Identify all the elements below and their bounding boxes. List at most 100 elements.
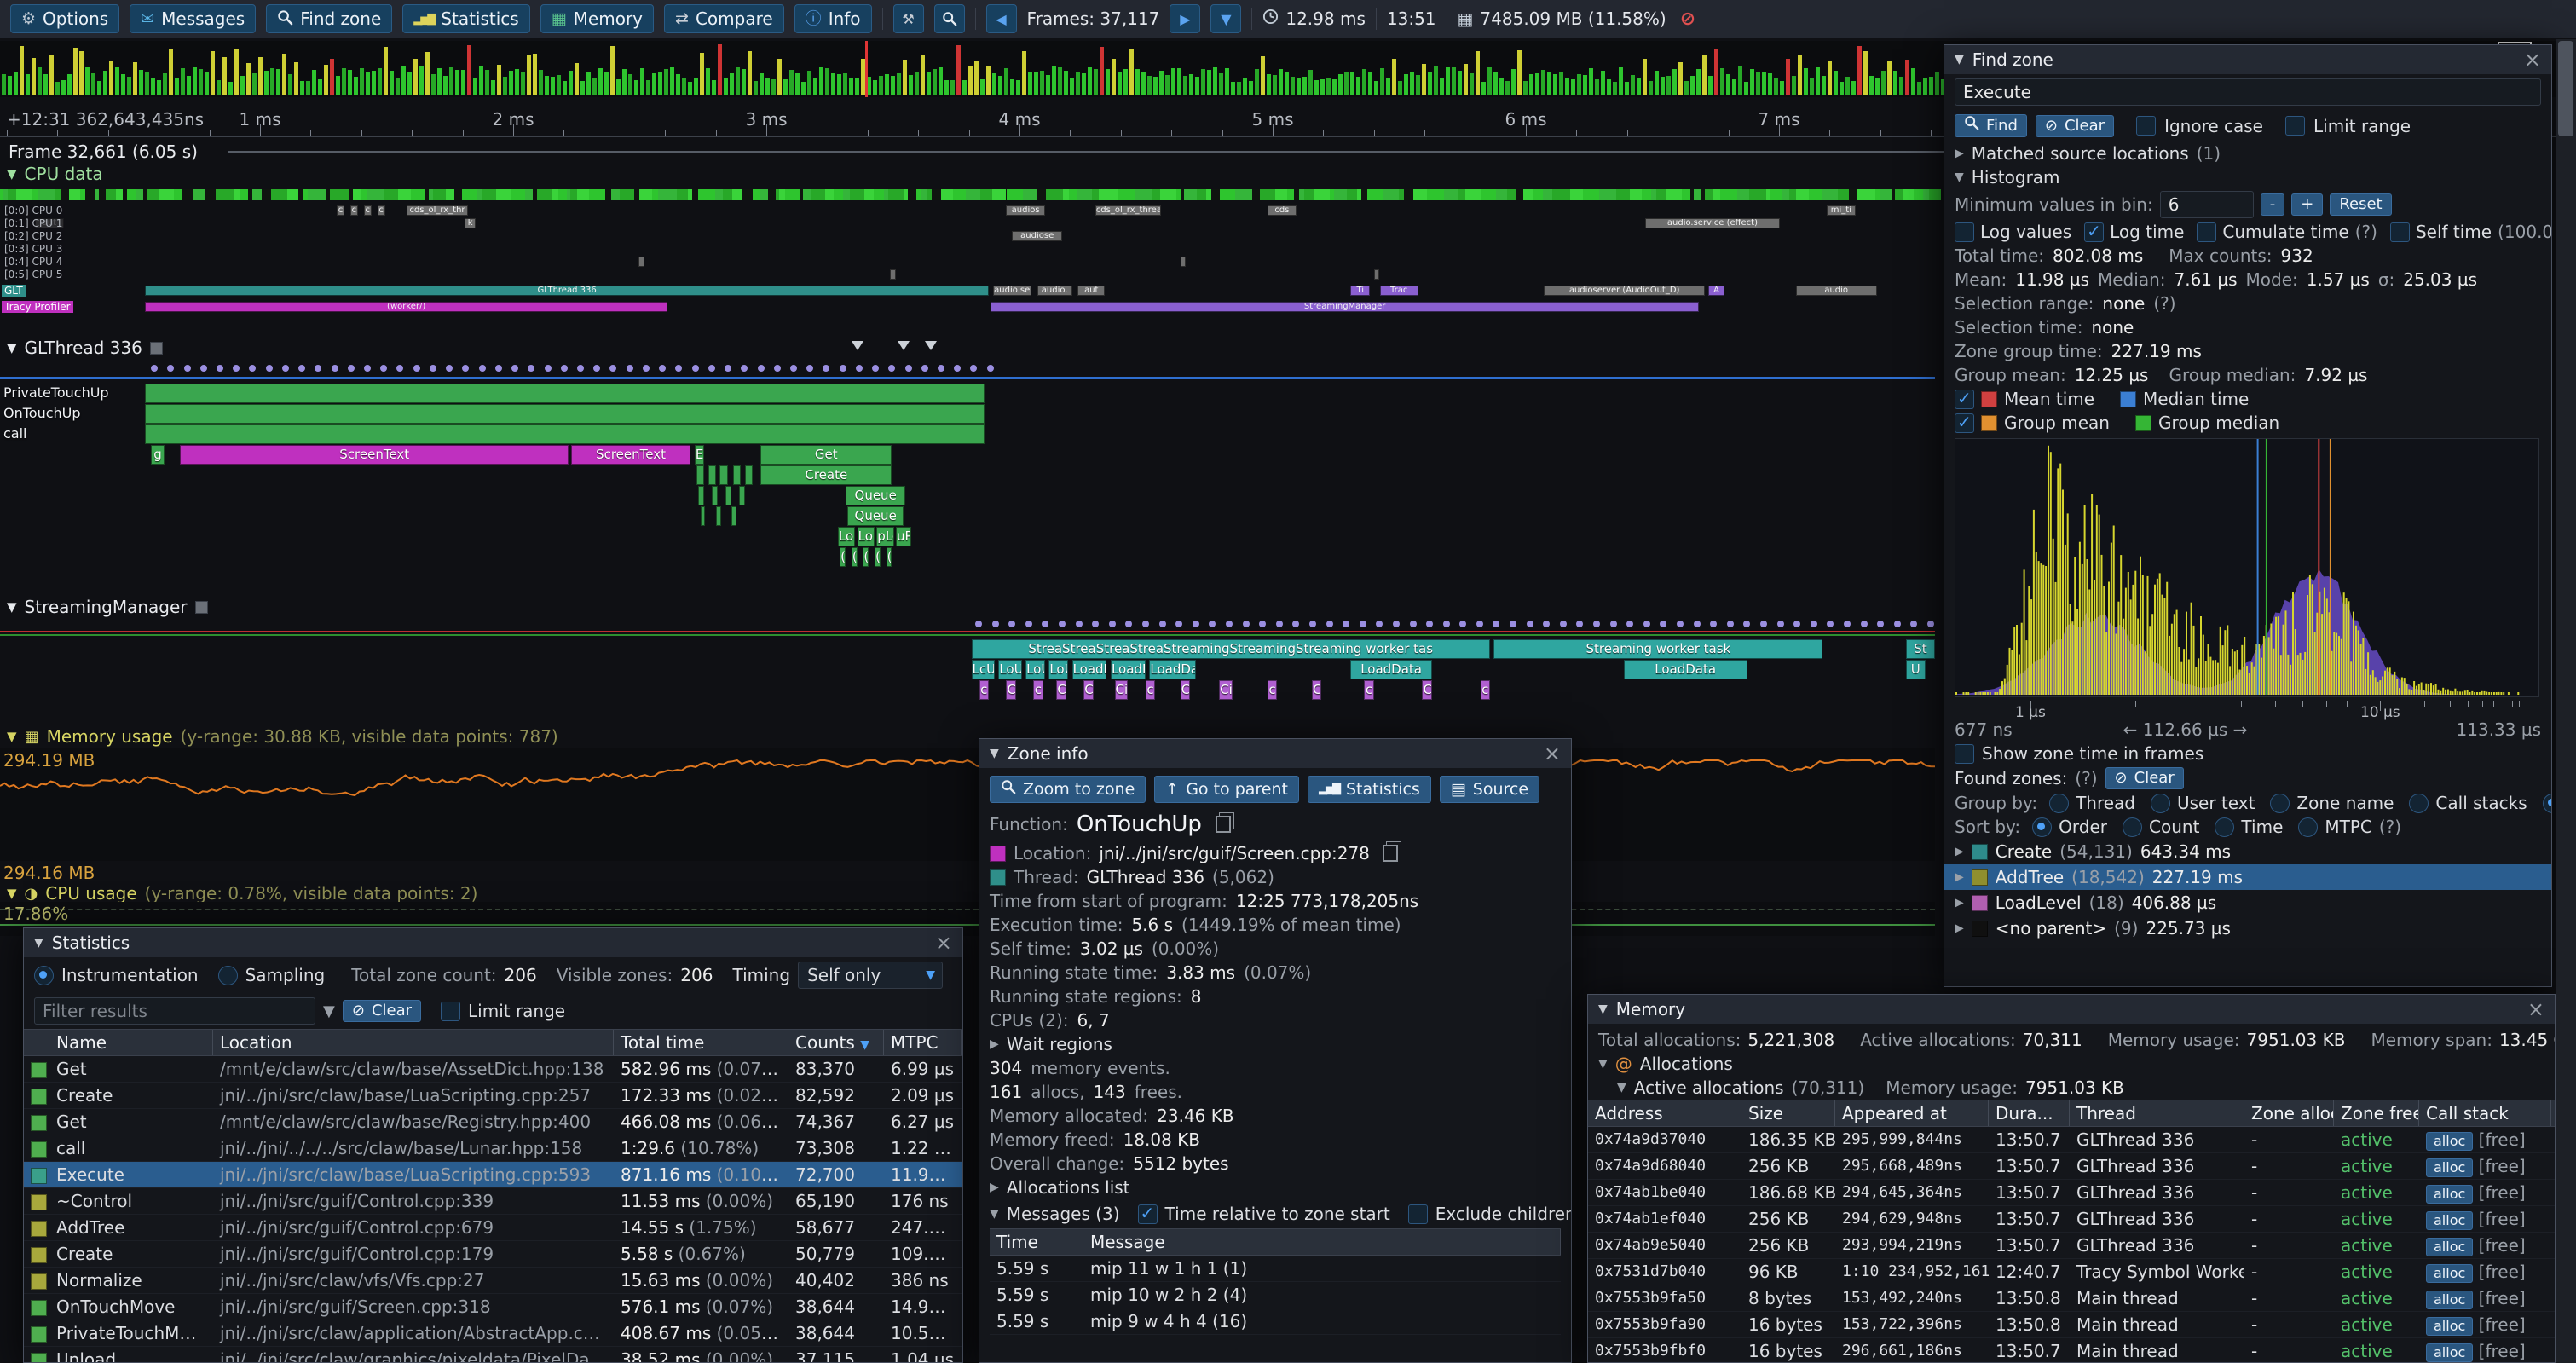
timeline-zone[interactable]: Streaming worker task	[1493, 639, 1822, 659]
statistics-titlebar[interactable]: ▼ Statistics ×	[24, 928, 962, 957]
frame-bar[interactable]	[1171, 68, 1175, 95]
timeline-zone[interactable]: ScreenText	[180, 445, 569, 465]
frame-bar[interactable]	[217, 80, 221, 95]
frame-bar[interactable]	[700, 53, 704, 95]
frame-bar[interactable]	[336, 76, 340, 95]
frame-bar[interactable]	[1929, 77, 1933, 95]
frame-bar[interactable]	[521, 72, 525, 95]
frame-bar[interactable]	[1362, 69, 1366, 95]
toolbar-button-tools[interactable]: ⚒	[893, 4, 924, 33]
next-frame-button[interactable]: ▶	[1170, 4, 1200, 33]
timeline-zone[interactable]	[745, 465, 753, 485]
col-thread[interactable]: Thread	[2070, 1100, 2244, 1126]
frame-bar[interactable]	[956, 45, 961, 95]
timeline-zone[interactable]: LoadDaU	[1111, 660, 1146, 679]
frame-bar[interactable]	[885, 74, 889, 95]
col-name[interactable]: Name	[49, 1030, 213, 1055]
frame-bar[interactable]	[730, 73, 734, 95]
message-dot[interactable]	[1092, 621, 1099, 627]
frame-bar[interactable]	[55, 82, 60, 95]
frame-bar[interactable]	[718, 44, 722, 95]
timeline-zone[interactable]	[701, 506, 706, 526]
mean-time-checkbox[interactable]	[1955, 390, 1974, 409]
help-icon[interactable]: (?)	[2355, 222, 2377, 242]
message-dot[interactable]	[1694, 621, 1701, 627]
frame-bar[interactable]	[1541, 70, 1545, 95]
message-dot[interactable]	[1443, 621, 1450, 627]
message-dot[interactable]	[233, 365, 240, 372]
frame-bar[interactable]	[1487, 67, 1492, 95]
frame-bar[interactable]	[1935, 72, 1939, 95]
timeline-zone[interactable]: (	[887, 547, 892, 567]
close-icon[interactable]: ×	[2524, 49, 2541, 70]
frame-bar[interactable]	[765, 78, 770, 95]
allocation-row[interactable]: 0x74ab9e5040256 KB293,994,219ns13:50.7GL…	[1588, 1233, 2555, 1259]
timeline-zone[interactable]	[712, 486, 718, 505]
frame-bar[interactable]	[1637, 78, 1641, 95]
message-dot[interactable]	[921, 365, 928, 372]
frame-bar[interactable]	[1076, 72, 1080, 95]
frame-bar[interactable]	[79, 51, 84, 95]
prev-frame-button[interactable]: ◀	[986, 4, 1017, 33]
message-dot[interactable]	[1827, 621, 1834, 627]
frame-bar[interactable]	[1559, 72, 1563, 95]
found-zone-group[interactable]: ▶LoadLevel(18)406.88 µs	[1944, 890, 2551, 915]
timeline-zone[interactable]: C	[1181, 680, 1190, 700]
collapse-icon[interactable]: ▼	[34, 936, 43, 950]
timeline-zone[interactable]: aut	[1077, 286, 1105, 296]
timeline-zone[interactable]: Get	[760, 445, 892, 465]
message-dot[interactable]	[479, 365, 486, 372]
col-zone-free[interactable]: Zone free	[2334, 1100, 2419, 1126]
frame-bar[interactable]	[1672, 69, 1677, 95]
timeline-zone[interactable]: C	[1422, 680, 1431, 700]
copy-icon[interactable]	[1383, 845, 1398, 862]
frame-bar[interactable]	[771, 79, 776, 95]
table-row[interactable]: Unloadjni/../jni/src/claw/graphics/pixel…	[24, 1347, 962, 1363]
message-dot[interactable]	[1760, 621, 1767, 627]
frame-bar[interactable]	[1571, 79, 1575, 95]
message-dot[interactable]	[1209, 621, 1216, 627]
allocation-row[interactable]: 0x7531d7b04096 KB1:10 234,952,16112:40.7…	[1588, 1259, 2555, 1285]
message-dot[interactable]	[1677, 621, 1684, 627]
frame-bar[interactable]	[819, 67, 823, 95]
message-row[interactable]: 5.59 smip 9 w 4 h 4 (16)	[990, 1308, 1561, 1335]
message-dot[interactable]	[1861, 621, 1868, 627]
message-dot[interactable]	[1610, 621, 1617, 627]
frame-bar[interactable]	[1607, 79, 1611, 95]
message-dot[interactable]	[1025, 621, 1032, 627]
expander-icon[interactable]: ▶	[990, 1037, 999, 1051]
frame-bar[interactable]	[1583, 75, 1587, 95]
frame-bar[interactable]	[1070, 78, 1074, 95]
frame-bar[interactable]	[754, 81, 758, 95]
frame-bar[interactable]	[354, 77, 358, 95]
frame-bar[interactable]	[234, 49, 239, 95]
message-dot[interactable]	[692, 365, 699, 372]
expander-icon[interactable]: ▼	[1617, 1081, 1626, 1094]
frame-bar[interactable]	[1195, 77, 1199, 95]
disconnect-icon[interactable]: ⊘	[1680, 9, 1695, 30]
frame-bar[interactable]	[497, 65, 501, 95]
frame-bar[interactable]	[1875, 78, 1880, 95]
expander-icon[interactable]: ▼	[1598, 1057, 1608, 1071]
timeline-zone[interactable]	[145, 384, 985, 403]
frame-bar[interactable]	[139, 70, 143, 95]
allocation-row[interactable]: 0x74ab1be040186.68 KB294,645,364ns13:50.…	[1588, 1180, 2555, 1206]
timeline-zone[interactable]: C	[1312, 680, 1321, 700]
message-dot[interactable]	[528, 365, 534, 372]
frame-bar[interactable]	[1899, 77, 1903, 95]
frame-bar[interactable]	[1696, 69, 1701, 95]
timeline-zone[interactable]: audioserver (AudioOut_D)	[1544, 286, 1704, 296]
timeline-zone[interactable]: LcU	[972, 660, 995, 679]
frame-bar[interactable]	[1177, 68, 1181, 95]
frame-bar[interactable]	[843, 73, 847, 95]
frame-bar[interactable]	[479, 66, 483, 95]
frame-bar[interactable]	[1219, 73, 1223, 95]
frame-bar[interactable]	[1529, 74, 1533, 95]
frame-bar[interactable]	[1350, 72, 1354, 95]
message-dot[interactable]	[217, 365, 223, 372]
frame-bar[interactable]	[1881, 71, 1886, 95]
message-dot[interactable]	[1543, 621, 1550, 627]
message-dot[interactable]	[1326, 621, 1333, 627]
message-dot[interactable]	[332, 365, 338, 372]
timeline-zone[interactable]: g	[151, 445, 165, 465]
